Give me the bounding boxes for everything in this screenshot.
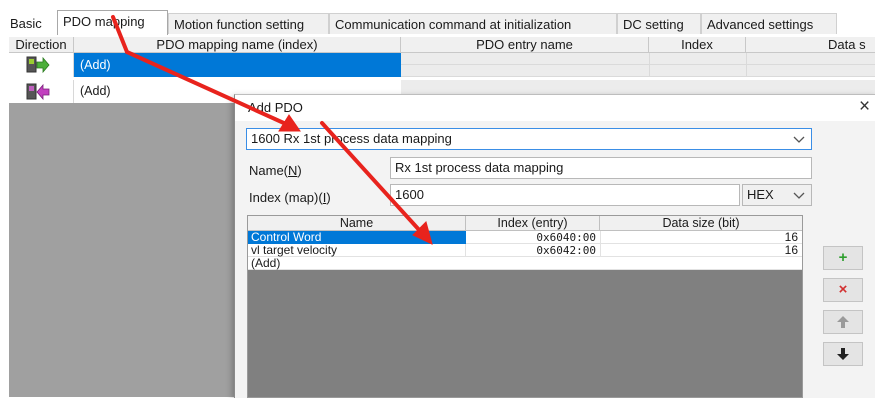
tab-basic[interactable]: Basic [0,13,57,34]
entry-name: Control Word [248,231,466,244]
col-pdo-mapping-name[interactable]: PDO mapping name (index) [74,37,401,52]
col-data-size[interactable]: Data s [746,37,875,52]
dialog-title-bar: Add PDO × [235,95,875,121]
entry-row[interactable]: vl target velocity 0x6042:00 16 [248,244,802,257]
col-index[interactable]: Index [649,37,746,52]
chevron-down-icon [793,136,805,143]
tab-advanced-settings[interactable]: Advanced settings [701,13,837,34]
col-entry-name[interactable]: Name [248,216,466,230]
chevron-down-icon [793,192,805,199]
add-pdo-dialog: Add PDO × 1600 Rx 1st process data mappi… [234,94,875,398]
entry-row[interactable]: Control Word 0x6040:00 16 [248,231,802,244]
entry-index: 0x6042:00 [536,244,596,257]
radix-value: HEX [747,187,774,202]
pdo-grid-header: Direction PDO mapping name (index) PDO e… [9,37,875,53]
delete-x-icon: × [838,281,848,298]
entry-size: 16 [600,231,802,244]
radix-select[interactable]: HEX [742,184,812,206]
col-direction[interactable]: Direction [9,37,74,52]
entry-index: 0x6040:00 [536,231,596,244]
pdo-row[interactable]: (Add) [0,53,875,77]
tab-dc-setting[interactable]: DC setting [617,13,701,34]
add-entry-button[interactable]: + [823,246,863,270]
index-map-label: Index (map)(I) [249,190,331,205]
tx-input-arrow-icon [26,83,50,101]
entry-name: (Add) [251,257,281,270]
index-map-field[interactable]: 1600 [390,184,740,206]
delete-entry-button[interactable]: × [823,278,863,302]
move-down-arrow-icon [837,348,849,360]
tab-pdo-mapping[interactable]: PDO mapping [57,10,168,35]
entry-size: 16 [600,244,802,257]
name-label: Name(N) [249,163,302,178]
name-field[interactable]: Rx 1st process data mapping [390,157,812,179]
pdo-entries-grid: Name Index (entry) Data size (bit) Contr… [247,215,803,398]
col-pdo-entry-name[interactable]: PDO entry name [401,37,649,52]
pdo-select-value: 1600 Rx 1st process data mapping [251,131,452,146]
tab-bar: Basic PDO mapping Motion function settin… [0,0,875,38]
rx-output-arrow-icon [26,56,50,74]
dialog-title: Add PDO [248,100,303,115]
tab-motion-function-setting[interactable]: Motion function setting [168,13,329,34]
pdo-mapping-name-cell[interactable]: (Add) [74,53,401,77]
direction-cell [9,53,74,77]
pdo-entry-cells [401,80,875,95]
move-down-button[interactable] [823,342,863,366]
move-up-arrow-icon [837,316,849,328]
close-icon[interactable]: × [859,96,870,118]
col-entry-size[interactable]: Data size (bit) [600,216,802,230]
pdo-select-dropdown[interactable]: 1600 Rx 1st process data mapping [246,128,812,150]
direction-cell [9,80,74,103]
add-plus-icon: + [838,249,848,266]
col-entry-index[interactable]: Index (entry) [466,216,600,230]
pdo-entry-cells [401,53,875,77]
entries-grid-header: Name Index (entry) Data size (bit) [248,216,802,231]
entry-name: vl target velocity [248,244,466,257]
tab-communication-command[interactable]: Communication command at initialization [329,13,617,34]
entry-row-add[interactable]: (Add) [248,257,802,270]
move-up-button[interactable] [823,310,863,334]
